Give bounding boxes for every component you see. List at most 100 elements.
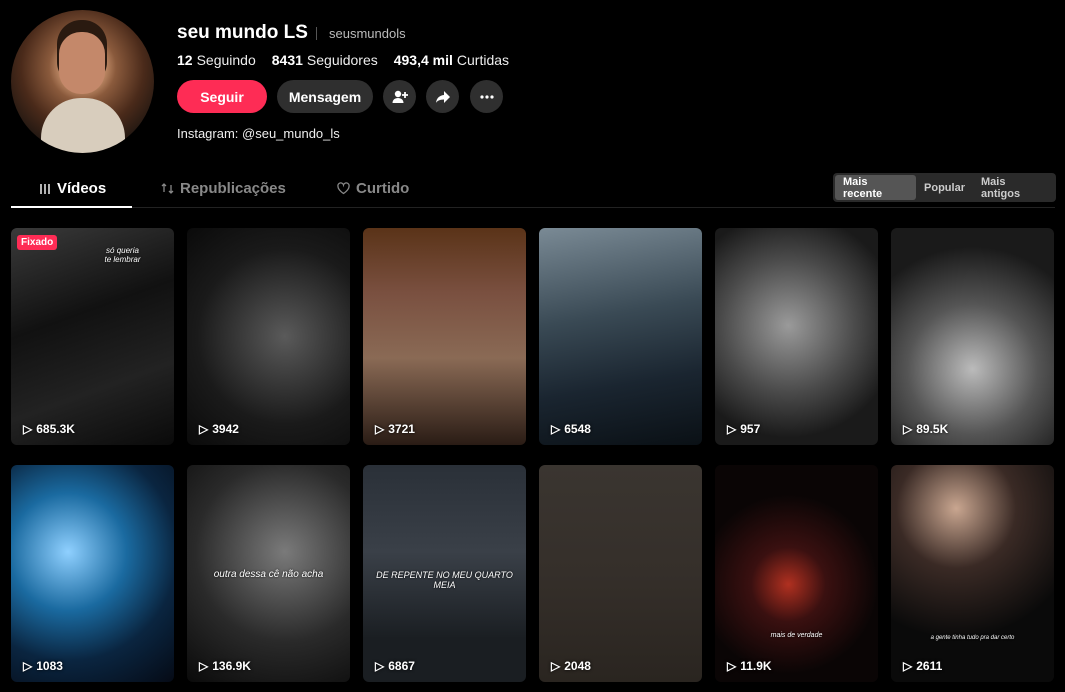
view-count: ▷ 957 <box>727 422 760 436</box>
sort-oldest[interactable]: Mais antigos <box>973 175 1054 200</box>
tab-liked-label: Curtido <box>356 180 410 197</box>
video-thumbnail <box>891 228 1054 445</box>
profile-stats: 12 Seguindo 8431 Seguidores 493,4 mil Curti… <box>177 52 509 68</box>
play-icon: ▷ <box>375 659 385 673</box>
tab-videos[interactable]: Vídeos <box>39 180 106 197</box>
likes-count: 493,4 mil <box>393 52 453 68</box>
view-count: ▷ 89.5K <box>903 422 948 436</box>
view-count-value: 3942 <box>212 422 239 436</box>
play-icon: ▷ <box>23 422 33 436</box>
view-count-value: 136.9K <box>212 659 251 673</box>
play-icon: ▷ <box>199 659 209 673</box>
view-count: ▷ 6867 <box>375 659 415 673</box>
follow-button[interactable]: Seguir <box>177 80 267 113</box>
video-card[interactable]: ▷ 957 <box>715 228 878 445</box>
play-icon: ▷ <box>375 422 385 436</box>
message-button[interactable]: Mensagem <box>277 80 373 113</box>
video-card[interactable]: ▷ 2048 <box>539 465 702 682</box>
view-count: ▷ 3942 <box>199 422 239 436</box>
view-count-value: 89.5K <box>916 422 949 436</box>
video-caption: a gente tinha tudo pra dar certo <box>930 635 1015 641</box>
video-caption: mais de verdade <box>770 632 823 639</box>
view-count: ▷ 1083 <box>23 659 63 673</box>
play-icon: ▷ <box>903 659 913 673</box>
video-card[interactable]: Fixado só queria te lembrar ▷ 685.3K <box>11 228 174 445</box>
video-thumbnail <box>715 228 878 445</box>
share-icon <box>435 90 450 103</box>
play-icon: ▷ <box>23 659 33 673</box>
tab-liked[interactable]: Curtido <box>337 180 409 197</box>
video-card[interactable]: ▷ 89.5K <box>891 228 1054 445</box>
view-count-value: 3721 <box>388 422 415 436</box>
video-card[interactable]: ▷ 6548 <box>539 228 702 445</box>
video-caption: DE REPENTE NO MEU QUARTO MEIA <box>376 570 513 590</box>
view-count: ▷ 11.9K <box>727 659 772 673</box>
video-card[interactable]: outra dessa cê não acha ▷ 136.9K <box>187 465 350 682</box>
profile-header: seu mundo LS seusmundols 12 Seguindo 8431… <box>0 0 1065 160</box>
view-count-value: 6548 <box>564 422 591 436</box>
view-count-value: 2048 <box>564 659 591 673</box>
play-icon: ▷ <box>903 422 913 436</box>
view-count: ▷ 136.9K <box>199 659 251 673</box>
tab-reposts-label: Republicações <box>180 180 286 197</box>
grid-lines-icon <box>40 183 50 194</box>
video-caption: só queria te lembrar <box>104 246 141 264</box>
video-thumbnail <box>363 228 526 445</box>
view-count: ▷ 3721 <box>375 422 415 436</box>
likes-stat: 493,4 mil Curtidas <box>394 52 509 68</box>
video-card[interactable]: a gente tinha tudo pra dar certo ▷ 2611 <box>891 465 1054 682</box>
tab-reposts[interactable]: Republicações <box>161 180 286 197</box>
followers-count: 8431 <box>271 52 303 68</box>
view-count: ▷ 2611 <box>903 659 942 673</box>
repost-icon <box>161 183 174 194</box>
tab-videos-label: Vídeos <box>57 180 107 197</box>
view-count: ▷ 685.3K <box>23 422 75 436</box>
play-icon: ▷ <box>551 659 561 673</box>
view-count: ▷ 6548 <box>551 422 591 436</box>
likes-label: Curtidas <box>456 52 510 68</box>
view-count-value: 6867 <box>388 659 415 673</box>
username: seusmundols <box>329 26 406 41</box>
profile-avatar[interactable] <box>11 10 154 153</box>
following-label: Seguindo <box>196 52 256 68</box>
more-dots-icon <box>479 94 494 99</box>
video-card[interactable]: ▷ 3721 <box>363 228 526 445</box>
following-count: 12 <box>177 52 193 68</box>
view-count-value: 957 <box>740 422 761 436</box>
active-tab-underline <box>11 206 132 208</box>
play-icon: ▷ <box>199 422 209 436</box>
sort-popular[interactable]: Popular <box>916 175 973 200</box>
view-count: ▷ 2048 <box>551 659 591 673</box>
following-stat[interactable]: 12 Seguindo <box>177 52 256 68</box>
view-count-value: 685.3K <box>36 422 75 436</box>
video-card[interactable]: DE REPENTE NO MEU QUARTO MEIA ▷ 6867 <box>363 465 526 682</box>
play-icon: ▷ <box>727 422 737 436</box>
profile-bio: Instagram: @seu_mundo_ls <box>177 126 340 141</box>
video-thumbnail <box>715 465 878 682</box>
video-thumbnail <box>11 465 174 682</box>
more-options-button[interactable] <box>470 80 503 113</box>
sort-most-recent[interactable]: Mais recente <box>835 175 917 200</box>
video-thumbnail <box>539 465 702 682</box>
video-thumbnail <box>891 465 1054 682</box>
view-count-value: 11.9K <box>740 659 772 673</box>
followers-stat[interactable]: 8431 Seguidores <box>272 52 378 68</box>
pinned-badge: Fixado <box>17 235 58 250</box>
share-button[interactable] <box>426 80 459 113</box>
name-divider <box>316 27 317 40</box>
video-thumbnail <box>187 228 350 445</box>
add-user-icon <box>392 90 408 103</box>
video-card[interactable]: ▷ 3942 <box>187 228 350 445</box>
play-icon: ▷ <box>551 422 561 436</box>
followers-label: Seguidores <box>306 52 378 68</box>
display-name: seu mundo LS <box>177 22 308 43</box>
suggested-accounts-button[interactable] <box>383 80 416 113</box>
view-count-value: 2611 <box>916 659 943 673</box>
heart-outline-icon <box>337 182 350 195</box>
sort-toggle: Mais recente Popular Mais antigos <box>833 173 1056 202</box>
video-card[interactable]: mais de verdade ▷ 11.9K <box>715 465 878 682</box>
video-card[interactable]: ▷ 1083 <box>11 465 174 682</box>
view-count-value: 1083 <box>36 659 63 673</box>
play-icon: ▷ <box>727 659 737 673</box>
video-thumbnail <box>539 228 702 445</box>
